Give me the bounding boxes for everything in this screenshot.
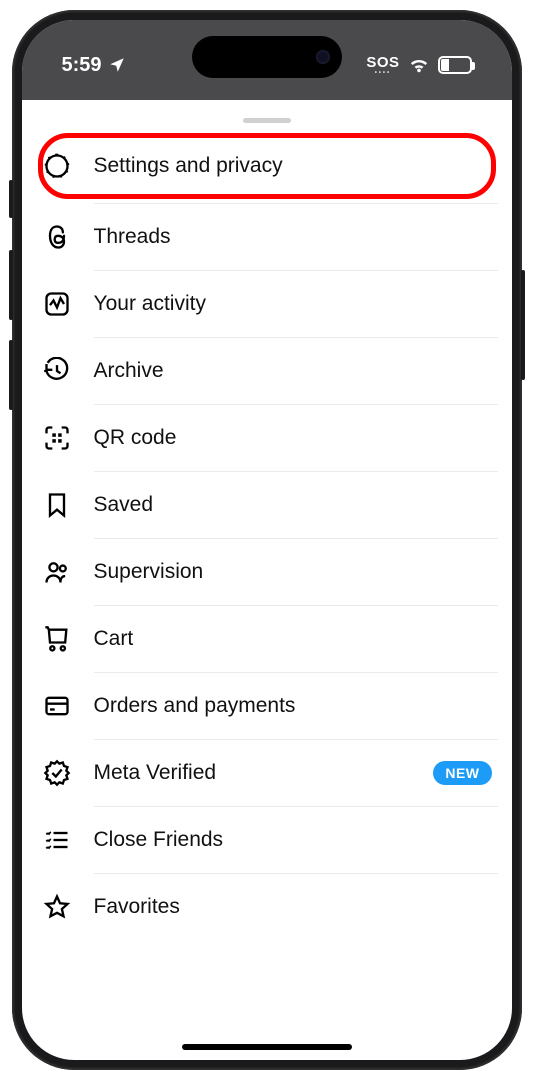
menu-item-archive[interactable]: Archive xyxy=(36,338,498,404)
menu-item-cart[interactable]: Cart xyxy=(36,606,498,672)
battery-percent: 27 xyxy=(440,58,470,72)
star-icon xyxy=(42,892,72,922)
menu-item-saved[interactable]: Saved xyxy=(36,472,498,538)
cart-icon xyxy=(42,624,72,654)
threads-icon xyxy=(42,222,72,252)
sheet-handle[interactable] xyxy=(243,118,291,123)
bookmark-icon xyxy=(42,490,72,520)
supervision-icon xyxy=(42,557,72,587)
menu-label: QR code xyxy=(94,426,492,450)
menu-item-close-friends[interactable]: Close Friends xyxy=(36,807,498,873)
archive-icon xyxy=(42,356,72,386)
menu-label: Orders and payments xyxy=(94,694,492,718)
status-right: SOS •••• 27 xyxy=(366,55,471,76)
side-button xyxy=(9,250,13,320)
camera-dot xyxy=(316,50,330,64)
battery-icon: 27 xyxy=(438,56,472,74)
home-indicator[interactable] xyxy=(182,1044,352,1050)
menu-item-qr-code[interactable]: QR code xyxy=(36,405,498,471)
menu-label: Saved xyxy=(94,493,492,517)
menu-item-your-activity[interactable]: Your activity xyxy=(36,271,498,337)
menu-label: Supervision xyxy=(94,560,492,584)
side-button xyxy=(9,180,13,218)
menu-item-supervision[interactable]: Supervision xyxy=(36,539,498,605)
status-left: 5:59 xyxy=(62,54,126,77)
menu-item-orders-payments[interactable]: Orders and payments xyxy=(36,673,498,739)
card-icon xyxy=(42,691,72,721)
location-arrow-icon xyxy=(108,56,126,74)
phone-frame: 5:59 SOS •••• 27 xyxy=(12,10,522,1070)
menu-label: Cart xyxy=(94,627,492,651)
menu-item-threads[interactable]: Threads xyxy=(36,204,498,270)
gear-icon xyxy=(42,151,72,181)
qr-code-icon xyxy=(42,423,72,453)
activity-icon xyxy=(42,289,72,319)
side-button xyxy=(9,340,13,410)
menu-label: Your activity xyxy=(94,292,492,316)
sos-indicator: SOS •••• xyxy=(366,55,399,76)
menu-item-settings-privacy[interactable]: Settings and privacy xyxy=(36,133,498,199)
status-time: 5:59 xyxy=(62,54,102,77)
menu-list: Settings and privacy Threads Your activi… xyxy=(22,133,512,940)
menu-label: Settings and privacy xyxy=(94,154,492,178)
menu-item-meta-verified[interactable]: Meta Verified NEW xyxy=(36,740,498,806)
dynamic-island xyxy=(192,36,342,78)
wifi-icon xyxy=(408,56,430,74)
menu-label: Archive xyxy=(94,359,492,383)
close-friends-icon xyxy=(42,825,72,855)
menu-label: Close Friends xyxy=(94,828,492,852)
menu-label: Meta Verified xyxy=(94,761,412,785)
side-button xyxy=(521,270,525,380)
menu-label: Threads xyxy=(94,225,492,249)
menu-item-favorites[interactable]: Favorites xyxy=(36,874,498,940)
screen: 5:59 SOS •••• 27 xyxy=(22,20,512,1060)
menu-label: Favorites xyxy=(94,895,492,919)
verified-badge-icon xyxy=(42,758,72,788)
new-badge: NEW xyxy=(433,761,491,785)
